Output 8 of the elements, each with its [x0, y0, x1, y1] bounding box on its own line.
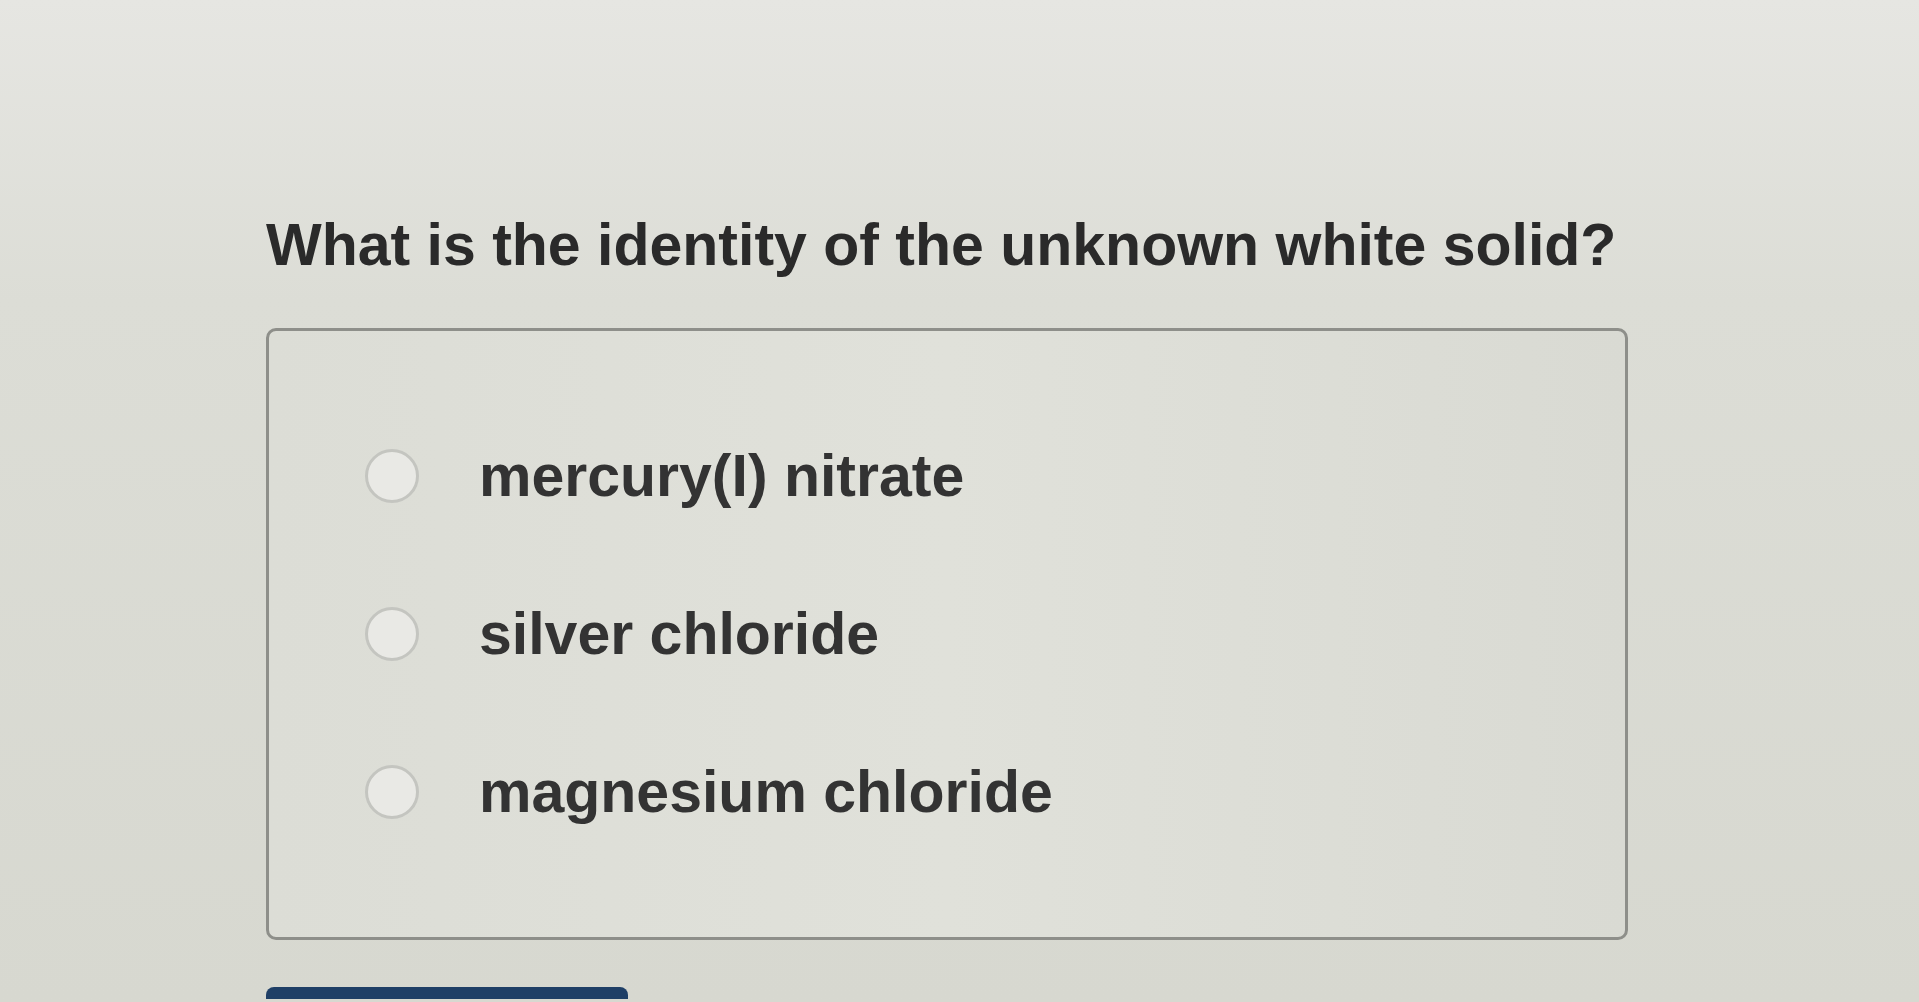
question-text: What is the identity of the unknown white solid?: [266, 212, 1617, 278]
option-label[interactable]: magnesium chloride: [479, 759, 1053, 825]
action-button[interactable]: [266, 987, 628, 999]
radio-button[interactable]: [365, 765, 419, 819]
radio-button[interactable]: [365, 607, 419, 661]
option-label[interactable]: mercury(I) nitrate: [479, 443, 965, 509]
option-label[interactable]: silver chloride: [479, 601, 880, 667]
radio-button[interactable]: [365, 449, 419, 503]
